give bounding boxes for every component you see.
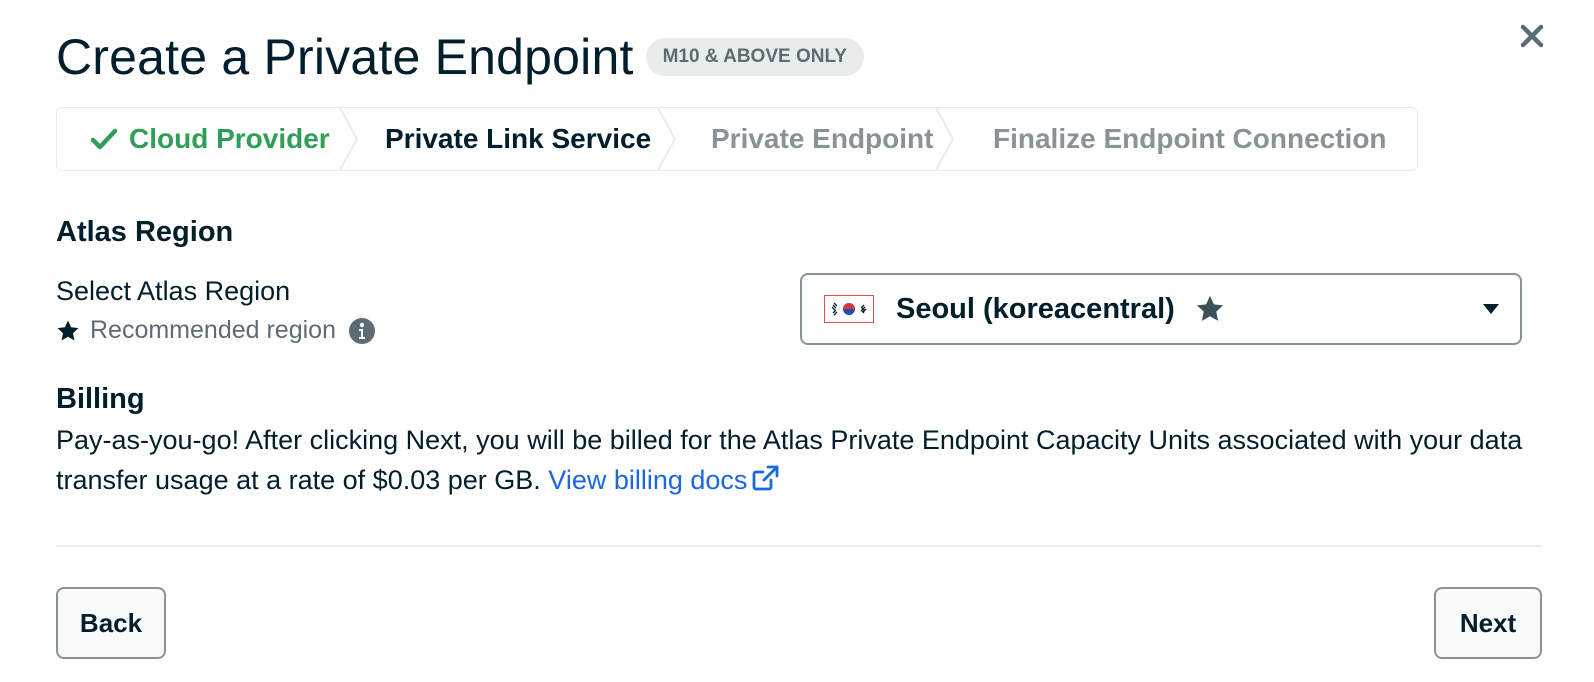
select-region-label: Select Atlas Region: [56, 276, 291, 306]
step-label: Private Link Service: [385, 123, 652, 154]
wizard-stepper: Cloud Provider Private Link Service Priv…: [56, 107, 1418, 171]
atlas-region-heading: Atlas Region: [56, 216, 234, 248]
footer-divider: [56, 545, 1542, 547]
check-icon: [91, 128, 117, 150]
atlas-region-select[interactable]: Seoul (koreacentral): [800, 273, 1522, 345]
billing-text: Pay-as-you-go! After clicking Next, you …: [56, 425, 1523, 495]
step-cloud-provider[interactable]: Cloud Provider: [91, 108, 330, 170]
step-private-link-service[interactable]: Private Link Service: [385, 108, 651, 170]
recommended-region-label: Recommended region: [90, 316, 336, 344]
billing-link-label: View billing docs: [548, 465, 748, 495]
billing-heading: Billing: [56, 383, 145, 415]
step-finalize-endpoint-connection[interactable]: Finalize Endpoint Connection: [993, 108, 1387, 170]
chevron-down-icon: [1483, 304, 1499, 314]
page-title: Create a Private Endpoint: [56, 29, 634, 85]
step-separator: [339, 108, 359, 170]
south-korea-flag-icon: [824, 295, 874, 323]
close-icon[interactable]: [1518, 22, 1546, 50]
title-row: Create a Private Endpoint M10 & ABOVE ON…: [56, 28, 864, 86]
step-label: Private Endpoint: [711, 123, 934, 154]
view-billing-docs-link[interactable]: View billing docs: [548, 465, 779, 495]
star-icon: [1196, 295, 1223, 321]
step-label: Cloud Provider: [129, 123, 330, 154]
next-button[interactable]: Next: [1434, 587, 1542, 659]
info-icon[interactable]: [348, 317, 376, 345]
back-button[interactable]: Back: [56, 587, 166, 659]
recommended-region-hint: Recommended region: [56, 316, 376, 345]
star-icon: [57, 320, 79, 340]
step-separator: [657, 108, 677, 170]
external-link-icon: [753, 465, 779, 491]
step-separator: [935, 108, 955, 170]
step-private-endpoint[interactable]: Private Endpoint: [711, 108, 933, 170]
selected-region-value: Seoul (koreacentral): [896, 292, 1175, 325]
step-label: Finalize Endpoint Connection: [993, 123, 1387, 154]
tier-badge: M10 & ABOVE ONLY: [645, 38, 864, 76]
billing-description: Pay-as-you-go! After clicking Next, you …: [56, 420, 1536, 500]
